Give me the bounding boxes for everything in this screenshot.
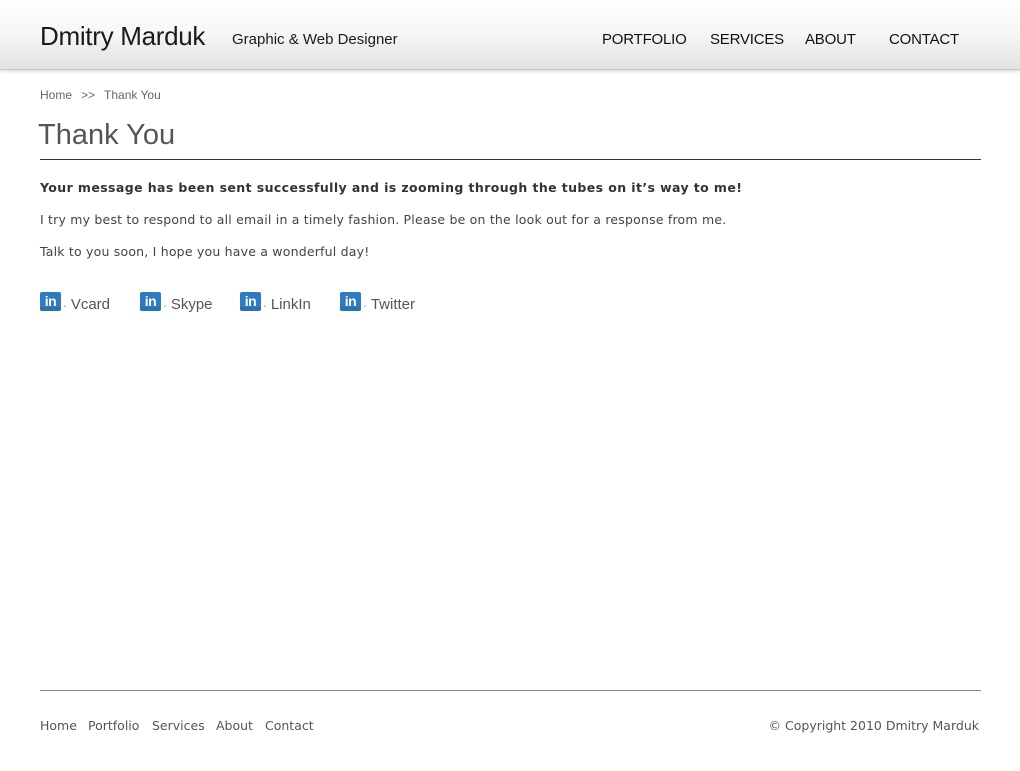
dot-divider: . xyxy=(163,296,167,310)
breadcrumb-home[interactable]: Home xyxy=(40,88,72,102)
dot-divider: . xyxy=(263,296,267,310)
linkedin-icon: in xyxy=(140,292,161,311)
copyright-text: © Copyright 2010 Dmitry Marduk xyxy=(768,718,979,733)
footer-link-portfolio[interactable]: Portfolio xyxy=(88,718,139,733)
response-note: I try my best to respond to all email in… xyxy=(40,212,727,227)
social-label: LinkIn xyxy=(270,296,311,313)
social-label: Twitter xyxy=(370,296,416,313)
social-link-vcard[interactable]: in . Vcard xyxy=(40,292,110,314)
nav-portfolio[interactable]: PORTFOLIO xyxy=(602,31,687,48)
social-link-skype[interactable]: in . Skype xyxy=(140,292,213,314)
footer-link-contact[interactable]: Contact xyxy=(265,718,314,733)
closing-note: Talk to you soon, I hope you have a wond… xyxy=(40,244,370,259)
breadcrumb-separator: >> xyxy=(81,88,96,102)
breadcrumb-current: Thank You xyxy=(104,88,161,102)
footer-divider xyxy=(40,690,981,691)
social-link-linkin[interactable]: in . LinkIn xyxy=(240,292,311,314)
linkedin-icon: in xyxy=(340,292,361,311)
nav-about[interactable]: ABOUT xyxy=(805,31,856,48)
nav-services[interactable]: SERVICES xyxy=(710,31,784,48)
linkedin-icon: in xyxy=(40,292,61,311)
dot-divider: . xyxy=(363,296,367,310)
site-header: Dmitry Marduk Graphic & Web Designer POR… xyxy=(0,0,1020,70)
page-title: Thank You xyxy=(38,119,176,151)
breadcrumb: Home >> Thank You xyxy=(40,88,161,102)
social-link-twitter[interactable]: in . Twitter xyxy=(340,292,415,314)
social-label: Skype xyxy=(170,296,213,313)
title-divider xyxy=(40,159,981,160)
social-label: Vcard xyxy=(70,296,111,313)
footer-link-about[interactable]: About xyxy=(216,718,253,733)
nav-contact[interactable]: CONTACT xyxy=(889,31,959,48)
footer-link-home[interactable]: Home xyxy=(40,718,77,733)
footer-link-services[interactable]: Services xyxy=(152,718,205,733)
linkedin-icon: in xyxy=(240,292,261,311)
dot-divider: . xyxy=(63,296,67,310)
site-logo-name[interactable]: Dmitry Marduk xyxy=(40,21,205,52)
site-tagline: Graphic & Web Designer xyxy=(232,31,398,48)
success-message: Your message has been sent successfully … xyxy=(40,180,743,195)
